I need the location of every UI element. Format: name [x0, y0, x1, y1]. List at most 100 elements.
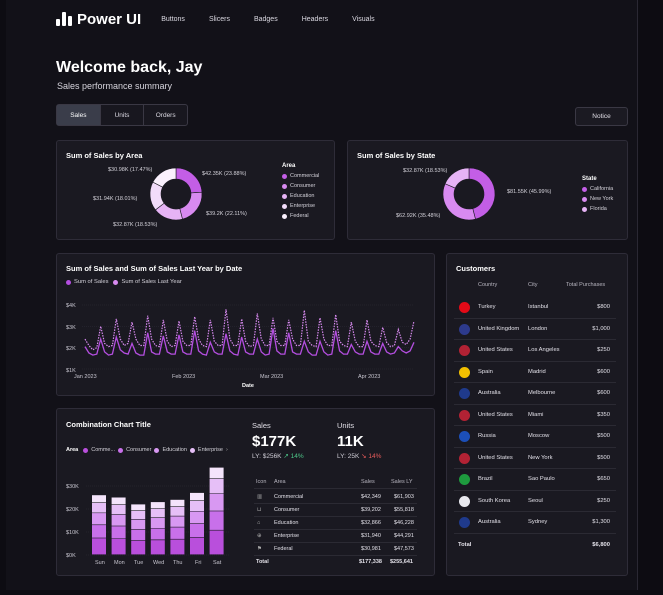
bar-segment[interactable]	[170, 539, 185, 555]
nav-badges[interactable]: Badges	[254, 16, 278, 23]
bar-segment[interactable]	[170, 499, 185, 507]
tab-units[interactable]: Units	[101, 105, 145, 125]
col-header-area[interactable]: Area	[274, 479, 286, 485]
bar-segment[interactable]	[111, 538, 126, 555]
legend-label: Education	[162, 447, 187, 453]
list-item[interactable]: United States Miami $350	[454, 405, 616, 426]
table-row[interactable]: ⊕ Enterprise $31,940 $44,291	[254, 530, 417, 543]
area-donut-label-federal: $30.98K (17.47%)	[108, 167, 153, 173]
bar-segment[interactable]	[209, 530, 224, 555]
tab-sales[interactable]: Sales	[57, 105, 101, 125]
legend-item-federal[interactable]: Federal	[282, 213, 319, 219]
legend-commercial[interactable]: Comme...	[83, 447, 115, 453]
bar-segment[interactable]	[131, 504, 146, 511]
bar-segment[interactable]	[111, 505, 126, 515]
area-donut-legend: Area Commercial Consumer Education Enter…	[282, 163, 319, 219]
bar-segment[interactable]	[92, 495, 106, 503]
bar-segment[interactable]	[92, 513, 106, 525]
list-item[interactable]: Spain Madrid $600	[454, 362, 616, 383]
col-header-sales-ly[interactable]: Sales LY	[391, 479, 413, 485]
legend-consumer[interactable]: Consumer	[118, 447, 151, 453]
legend-item-education[interactable]: Education	[282, 193, 319, 199]
bar-segment[interactable]	[92, 538, 106, 555]
bar-segment[interactable]	[190, 511, 204, 524]
nav-visuals[interactable]: Visuals	[352, 16, 374, 23]
legend-item-consumer[interactable]: Consumer	[282, 183, 319, 189]
area-donut-slice-commercial[interactable]	[175, 167, 203, 194]
bar-segment[interactable]	[92, 503, 106, 513]
legend-label: Sum of Sales	[74, 279, 109, 285]
bar-segment[interactable]	[170, 516, 185, 527]
legend-more-chevron-icon[interactable]: ›	[226, 447, 228, 453]
bar-segment[interactable]	[131, 540, 146, 555]
col-header-total-purchases[interactable]: Total Purchases	[566, 282, 605, 288]
bar-segment[interactable]	[111, 526, 126, 539]
bar-segment[interactable]	[190, 501, 204, 511]
legend-item-new-york[interactable]: New York	[582, 196, 613, 202]
legend-item-california[interactable]: California	[582, 186, 613, 192]
bar-segment[interactable]	[111, 497, 126, 505]
bar-segment[interactable]	[131, 529, 146, 541]
bar-segment[interactable]	[150, 518, 165, 528]
legend-sum-of-sales[interactable]: Sum of Sales	[66, 279, 108, 285]
state-donut-title: Sum of Sales by State	[357, 151, 436, 160]
bar-segment[interactable]	[131, 511, 146, 519]
area-donut-slice-consumer[interactable]	[179, 191, 203, 220]
flag-icon: ⚑	[257, 546, 262, 552]
cell-sales: $31,940	[361, 533, 381, 539]
legend-item-enterprise[interactable]: Enterprise	[282, 203, 319, 209]
table-row[interactable]: ⌂ Education $32,866 $46,228	[254, 517, 417, 530]
bar-segment[interactable]	[111, 514, 126, 526]
notice-button[interactable]: Notice	[575, 107, 628, 126]
list-item[interactable]: South Korea Seoul $250	[454, 491, 616, 512]
bar-segment[interactable]	[170, 507, 185, 516]
bar-segment[interactable]	[190, 492, 204, 501]
table-row[interactable]: ⊔ Consumer $39,202 $55,818	[254, 504, 417, 517]
col-header-city[interactable]: City	[528, 282, 537, 288]
legend-item-commercial[interactable]: Commercial	[282, 173, 319, 179]
list-item[interactable]: United States Los Angeles $250	[454, 340, 616, 362]
legend-item-florida[interactable]: Florida	[582, 206, 613, 212]
bar-segment[interactable]	[150, 509, 165, 518]
tab-orders[interactable]: Orders	[144, 105, 187, 125]
list-item[interactable]: United Kingdom London $1,000	[454, 319, 616, 340]
cell-sales-ly: $46,228	[394, 520, 414, 526]
nav-slicers[interactable]: Slicers	[209, 16, 230, 23]
bar-segment[interactable]	[209, 479, 224, 494]
list-item[interactable]: Turkey Istanbul $800	[454, 297, 616, 319]
list-item[interactable]: Australia Sydney $1,300	[454, 512, 616, 534]
cell-country: Australia	[478, 519, 501, 525]
legend-sum-of-sales-ly[interactable]: Sum of Sales Last Year	[113, 279, 182, 285]
bar-segment[interactable]	[150, 540, 165, 555]
list-item[interactable]: Brazil Sao Paulo $650	[454, 469, 616, 491]
bar-segment[interactable]	[92, 525, 106, 538]
legend-education[interactable]: Education	[154, 447, 187, 453]
bar-segment[interactable]	[131, 519, 146, 530]
col-header-country[interactable]: Country	[478, 282, 497, 288]
nav-buttons[interactable]: Buttons	[161, 16, 185, 23]
cell-total-purchases: $250	[597, 497, 610, 504]
state-donut-slice-new-york[interactable]	[442, 183, 476, 221]
country-flag-icon	[459, 409, 470, 421]
nav-headers[interactable]: Headers	[302, 16, 328, 23]
bar-segment[interactable]	[170, 527, 185, 539]
legend-enterprise[interactable]: Enterprise	[189, 447, 223, 453]
cell-city: Sao Paulo	[528, 476, 555, 482]
bar-segment[interactable]	[150, 502, 165, 509]
list-item[interactable]: United States New York $500	[454, 448, 616, 469]
table-row[interactable]: ▥ Commercial $42,349 $61,903	[254, 491, 417, 504]
list-item[interactable]: Russia Moscow $500	[454, 426, 616, 448]
bar-segment[interactable]	[209, 493, 224, 511]
y-tick-label: $20K	[66, 507, 79, 513]
bar-segment[interactable]	[209, 467, 224, 479]
bar-segment[interactable]	[190, 523, 204, 537]
bar-segment[interactable]	[190, 537, 204, 555]
legend-dot	[582, 186, 587, 192]
table-row[interactable]: ⚑ Federal $30,981 $47,573	[254, 543, 417, 556]
list-item[interactable]: Australia Melbourne $600	[454, 383, 616, 405]
bar-segment[interactable]	[150, 528, 165, 540]
legend-label: Enterprise	[290, 203, 316, 209]
col-header-sales[interactable]: Sales	[361, 479, 375, 485]
state-donut-slice-florida[interactable]	[444, 167, 470, 189]
bar-segment[interactable]	[209, 511, 224, 530]
